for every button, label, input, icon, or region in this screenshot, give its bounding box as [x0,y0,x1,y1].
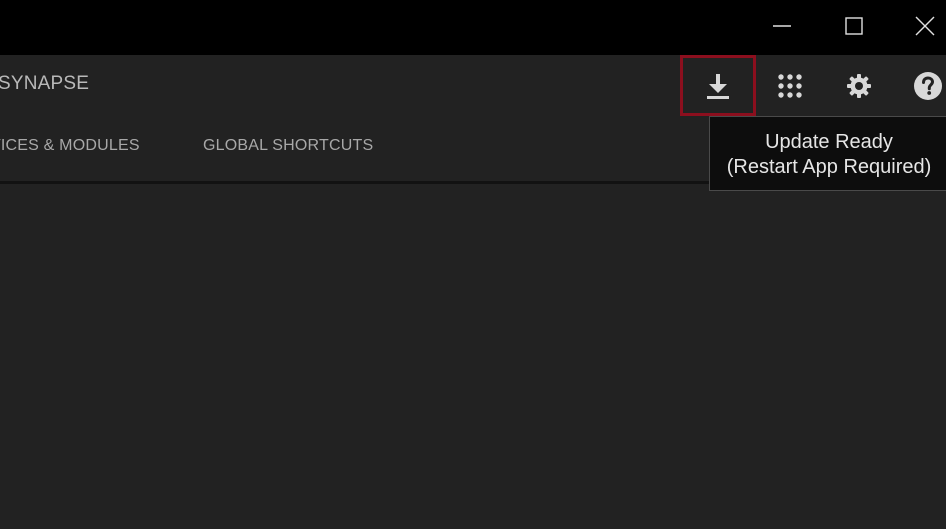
maximize-button[interactable] [818,0,890,52]
tab-global-shortcuts[interactable]: GLOBAL SHORTCUTS [203,137,373,155]
minimize-icon [773,25,791,27]
help-button[interactable] [890,55,946,116]
tab-devices-modules[interactable]: VICES & MODULES [0,137,140,155]
close-button[interactable] [889,0,946,52]
title-bar [0,0,946,55]
minimize-button[interactable] [746,0,818,52]
app-window: SYNAPSE VICES & MODULES GLOBAL SHORTCUTS [0,0,946,529]
download-icon [707,73,729,99]
main-content [0,184,946,529]
apps-grid-icon [778,73,802,98]
tooltip-line-1: Update Ready [765,131,893,153]
update-tooltip: Update Ready (Restart App Required) [709,116,946,191]
brand-title: SYNAPSE [0,73,90,94]
close-icon [915,16,935,36]
tooltip-line-2: (Restart App Required) [726,156,932,178]
download-update-button[interactable] [680,55,756,116]
gear-icon [847,73,871,98]
help-icon [914,71,942,100]
settings-button[interactable] [821,55,897,116]
apps-button[interactable] [752,55,828,116]
maximize-icon [845,17,863,35]
